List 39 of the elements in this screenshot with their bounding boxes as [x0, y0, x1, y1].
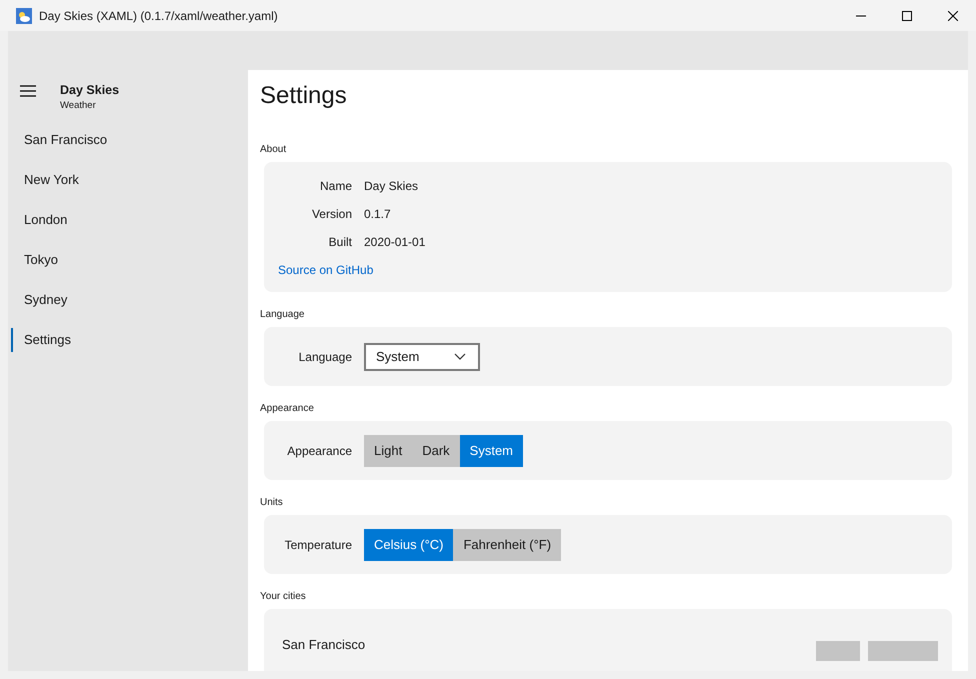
- nav-item[interactable]: Sydney: [8, 280, 248, 320]
- segment-button[interactable]: System: [460, 434, 523, 466]
- section-heading: About: [260, 144, 288, 156]
- segment-button[interactable]: Light: [364, 434, 412, 466]
- section-heading: Appearance: [260, 403, 315, 415]
- section-heading: Your cities: [260, 591, 307, 603]
- city-action-button[interactable]: [868, 641, 938, 661]
- nav-item[interactable]: Settings: [11, 328, 248, 352]
- close-icon: [948, 10, 958, 20]
- github-link[interactable]: Source on GitHub: [278, 256, 374, 284]
- app-icon: [16, 8, 32, 24]
- app-subtitle: Weather: [60, 100, 97, 111]
- field-label: Temperature: [284, 538, 352, 552]
- field-value: Day Skies: [364, 179, 418, 193]
- section-heading: Units: [260, 497, 284, 509]
- field-label: Language: [298, 350, 352, 364]
- menu-icon[interactable]: [20, 85, 36, 97]
- nav-item[interactable]: Tokyo: [8, 240, 248, 280]
- maximize-icon: [902, 10, 912, 20]
- city-name: San Francisco: [282, 637, 366, 652]
- segment-button[interactable]: Celsius (°C): [364, 528, 454, 560]
- language-dropdown[interactable]: System: [364, 342, 480, 370]
- nav-item[interactable]: New York: [8, 160, 248, 200]
- chevron-down-icon: [454, 353, 466, 360]
- field-value: 2020-01-01: [364, 235, 426, 249]
- field-label: Name: [318, 179, 352, 193]
- page-title: Settings: [260, 81, 348, 111]
- nav-item[interactable]: San Francisco: [8, 120, 248, 160]
- field-value: 0.1.7: [364, 207, 391, 221]
- section-heading: Language: [260, 309, 306, 321]
- field-label: Appearance: [286, 444, 352, 458]
- segment-button[interactable]: Dark: [412, 434, 460, 466]
- segment-button[interactable]: Fahrenheit (°F): [453, 528, 562, 560]
- field-label: Built: [328, 235, 352, 249]
- window-title: Day Skies (XAML) (0.1.7/xaml/weather.yaml): [39, 8, 279, 22]
- field-label: Version: [310, 207, 352, 221]
- city-action-button[interactable]: [816, 641, 860, 661]
- app-name: Day Skies: [60, 83, 120, 97]
- nav-item[interactable]: London: [8, 200, 248, 240]
